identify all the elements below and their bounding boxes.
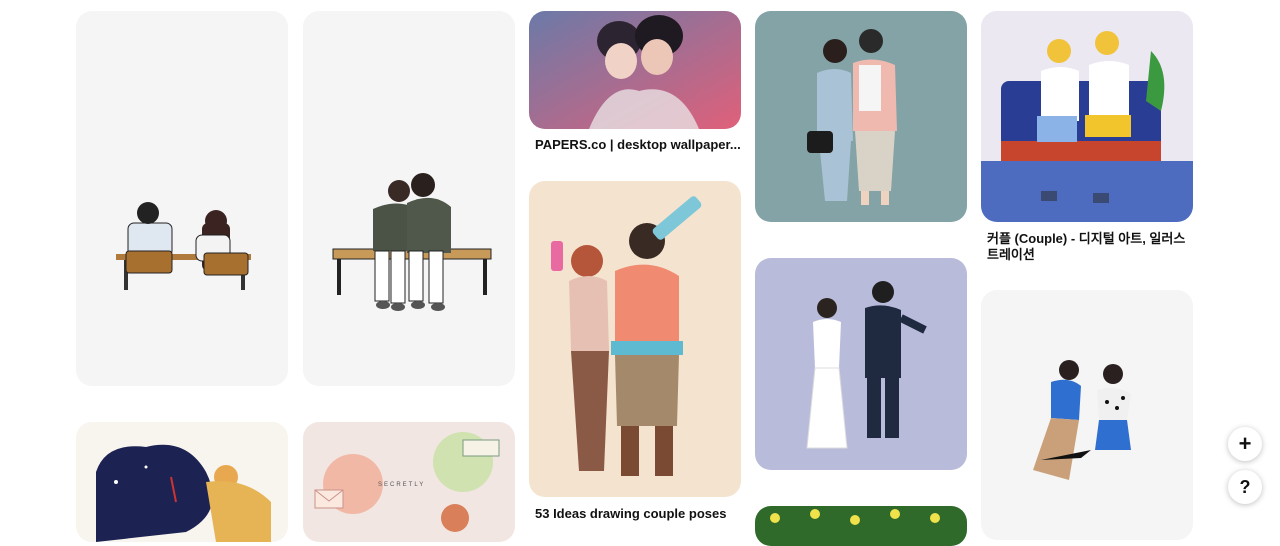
pin-card-6[interactable] [755, 258, 967, 470]
pin-image-2 [332, 173, 492, 311]
pin-image-1 [116, 202, 251, 290]
pin-image-8 [981, 31, 1193, 222]
pin-image-5 [807, 29, 897, 205]
pin-image-7 [770, 509, 940, 525]
pin-caption-3[interactable]: PAPERS.co | desktop wallpaper... [535, 137, 741, 153]
pin-image-3 [529, 11, 741, 129]
pin-card-8[interactable] [981, 11, 1193, 222]
pin-card-5[interactable] [755, 11, 967, 222]
pin-image-4 [551, 196, 702, 476]
pin-image-9 [1033, 360, 1131, 480]
pin-card-10[interactable] [76, 422, 288, 542]
help-button[interactable]: ? [1228, 470, 1262, 504]
pin-image-10 [96, 444, 271, 542]
pin-card-2[interactable] [303, 11, 515, 386]
pin-card-9[interactable] [981, 290, 1193, 540]
pin-card-7[interactable] [755, 506, 967, 546]
pin-card-11[interactable]: SECRETLY [303, 422, 515, 542]
pin-image-11: SECRETLY [314, 432, 500, 532]
secretly-text: SECRETLY [378, 482, 425, 488]
pin-card-3[interactable] [529, 11, 741, 129]
pin-caption-8[interactable]: 커플 (Couple) - 디지털 아트, 일러스트레이션 [987, 231, 1193, 263]
pin-image-6 [806, 281, 927, 449]
pin-caption-4[interactable]: 53 Ideas drawing couple poses [535, 506, 741, 522]
add-button[interactable]: + [1228, 427, 1262, 461]
pin-card-1[interactable] [76, 11, 288, 386]
pin-card-4[interactable] [529, 181, 741, 497]
